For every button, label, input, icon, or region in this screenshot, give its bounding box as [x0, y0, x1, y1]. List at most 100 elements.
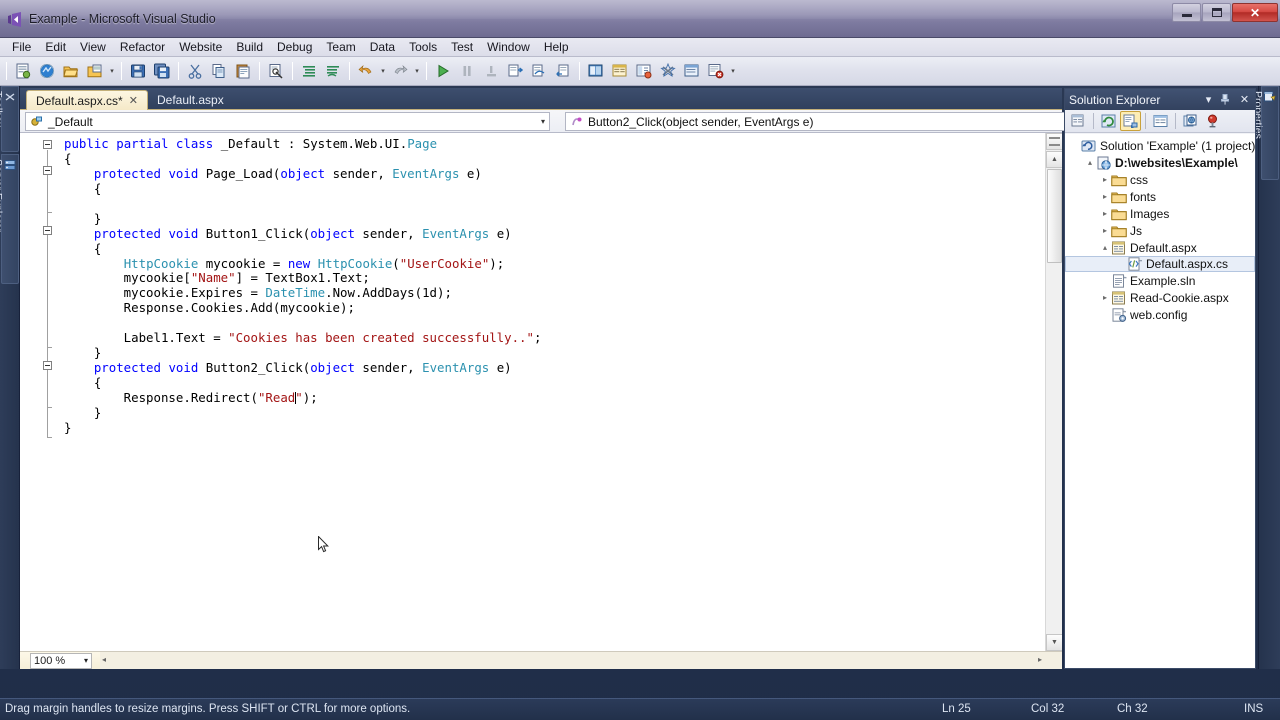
tree-item[interactable]: Example.sln [1065, 272, 1255, 289]
find-icon[interactable] [265, 60, 287, 82]
restore-button[interactable] [1202, 3, 1231, 22]
tree-item[interactable]: ▸ Read-Cookie.aspx [1065, 289, 1255, 306]
tree-item[interactable]: ▸ css [1065, 171, 1255, 188]
redo-icon[interactable] [389, 60, 411, 82]
tree-item[interactable]: ▸ Images [1065, 205, 1255, 222]
save-icon[interactable] [127, 60, 149, 82]
indicator-margin[interactable] [20, 133, 38, 651]
member-dropdown[interactable]: Button2_Click(object sender, EventArgs e… [565, 112, 1075, 131]
close-panel-button[interactable]: ✕ [1238, 93, 1251, 106]
editor-horizontal-scrollbar[interactable]: ◂ ▸ [100, 652, 1062, 669]
properties-window-icon[interactable] [609, 60, 631, 82]
menu-file[interactable]: File [5, 39, 38, 55]
tree-item[interactable]: Solution 'Example' (1 project) [1065, 137, 1255, 154]
output-window-icon[interactable] [705, 60, 727, 82]
undo-icon[interactable] [355, 60, 377, 82]
tab-default-aspx[interactable]: Default.aspx [148, 90, 233, 110]
fold-toggle-page-load[interactable] [43, 166, 52, 175]
scroll-up-button[interactable]: ▲ [1046, 151, 1062, 168]
solution-explorer-icon[interactable] [585, 60, 607, 82]
tree-item[interactable]: web.config [1065, 306, 1255, 323]
toolbar-overflow-button[interactable]: ▾ [728, 60, 738, 82]
error-list-icon[interactable] [681, 60, 703, 82]
fold-toggle-class[interactable] [43, 140, 52, 149]
menu-tools[interactable]: Tools [402, 39, 444, 55]
view-designer-icon[interactable] [1150, 111, 1171, 131]
menu-view[interactable]: View [73, 39, 113, 55]
menu-debug[interactable]: Debug [270, 39, 319, 55]
copy-icon[interactable] [208, 60, 230, 82]
sidebar-tab-server-explorer[interactable]: Server Explorer [0, 154, 19, 284]
expander-icon[interactable]: ▴ [1099, 243, 1111, 252]
undo-dropdown-arrow[interactable]: ▾ [378, 60, 388, 82]
redo-dropdown-arrow[interactable]: ▾ [412, 60, 422, 82]
expander-icon[interactable]: ▸ [1099, 293, 1111, 302]
code-editor[interactable]: public partial class _Default : System.W… [20, 133, 1062, 651]
sidebar-tab-properties[interactable]: Properties [1252, 86, 1279, 180]
tree-item[interactable]: ▴ D:\websites\Example\ [1065, 154, 1255, 171]
expander-icon[interactable]: ▸ [1099, 226, 1111, 235]
open-dropdown-arrow[interactable]: ▾ [107, 60, 117, 82]
save-all-icon[interactable] [151, 60, 173, 82]
expander-icon[interactable]: ▴ [1084, 158, 1096, 167]
code-text[interactable]: public partial class _Default : System.W… [64, 136, 1038, 651]
scroll-down-button[interactable]: ▼ [1046, 634, 1062, 651]
scroll-right-button[interactable]: ▸ [1038, 655, 1042, 664]
menu-team[interactable]: Team [319, 39, 362, 55]
refresh-icon[interactable] [1098, 111, 1119, 131]
scroll-left-button[interactable]: ◂ [102, 655, 106, 664]
minimize-button[interactable] [1172, 3, 1201, 22]
menu-edit[interactable]: Edit [38, 39, 73, 55]
open-file-icon[interactable] [60, 60, 82, 82]
menu-help[interactable]: Help [537, 39, 576, 55]
paste-icon[interactable] [232, 60, 254, 82]
solution-tree[interactable]: Solution 'Example' (1 project) ▴ D:\websit… [1065, 134, 1255, 668]
menu-build[interactable]: Build [229, 39, 270, 55]
properties-icon[interactable] [1068, 111, 1089, 131]
open-website-icon[interactable] [84, 60, 106, 82]
tree-item[interactable]: ▸ Js [1065, 222, 1255, 239]
close-button[interactable]: ✕ [1232, 3, 1278, 22]
tree-item-selected[interactable]: Default.aspx.cs [1065, 256, 1255, 272]
expander-icon[interactable]: ▸ [1099, 175, 1111, 184]
fold-toggle-button2-click[interactable] [43, 361, 52, 370]
toolbox-icon[interactable] [657, 60, 679, 82]
start-debugging-icon[interactable] [432, 60, 454, 82]
add-new-item-icon[interactable] [36, 60, 58, 82]
splitter-handle[interactable] [1046, 133, 1062, 150]
stop-icon[interactable] [480, 60, 502, 82]
menu-window[interactable]: Window [480, 39, 537, 55]
asp-configuration-icon[interactable] [1202, 111, 1223, 131]
expander-icon[interactable]: ▸ [1099, 192, 1111, 201]
step-over-icon[interactable] [528, 60, 550, 82]
fold-toggle-button1-click[interactable] [43, 226, 52, 235]
menu-refactor[interactable]: Refactor [113, 39, 172, 55]
zoom-level-combo[interactable]: 100 % ▾ [30, 652, 92, 669]
menu-test[interactable]: Test [444, 39, 480, 55]
vertical-scroll-thumb[interactable] [1047, 169, 1062, 263]
tree-item[interactable]: ▸ fonts [1065, 188, 1255, 205]
pause-icon[interactable] [456, 60, 478, 82]
cut-icon[interactable] [184, 60, 206, 82]
tab-default-aspx-cs[interactable]: Default.aspx.cs* ✕ [26, 90, 148, 110]
class-dropdown[interactable]: _Default ▾ [25, 112, 550, 131]
comment-icon[interactable] [298, 60, 320, 82]
copy-website-icon[interactable] [1180, 111, 1201, 131]
close-icon[interactable]: ✕ [129, 94, 138, 107]
editor-vertical-scrollbar[interactable]: ▲ ▼ [1045, 133, 1062, 651]
nest-related-files-icon[interactable] [1120, 111, 1141, 131]
step-into-icon[interactable] [504, 60, 526, 82]
outlining-margin[interactable] [38, 133, 60, 651]
tree-item[interactable]: ▴ Default.aspx [1065, 239, 1255, 256]
object-browser-icon[interactable] [633, 60, 655, 82]
uncomment-icon[interactable] [322, 60, 344, 82]
auto-hide-pin-icon[interactable] [1220, 94, 1233, 105]
new-website-icon[interactable] [12, 60, 34, 82]
window-menu-button[interactable]: ▾ [1202, 93, 1215, 106]
chevron-down-icon[interactable]: ▾ [541, 117, 545, 126]
expander-icon[interactable]: ▸ [1099, 209, 1111, 218]
sidebar-tab-toolbox[interactable]: Toolbox [0, 86, 19, 152]
chevron-down-icon[interactable]: ▾ [84, 656, 88, 665]
menu-data[interactable]: Data [363, 39, 402, 55]
menu-website[interactable]: Website [172, 39, 229, 55]
